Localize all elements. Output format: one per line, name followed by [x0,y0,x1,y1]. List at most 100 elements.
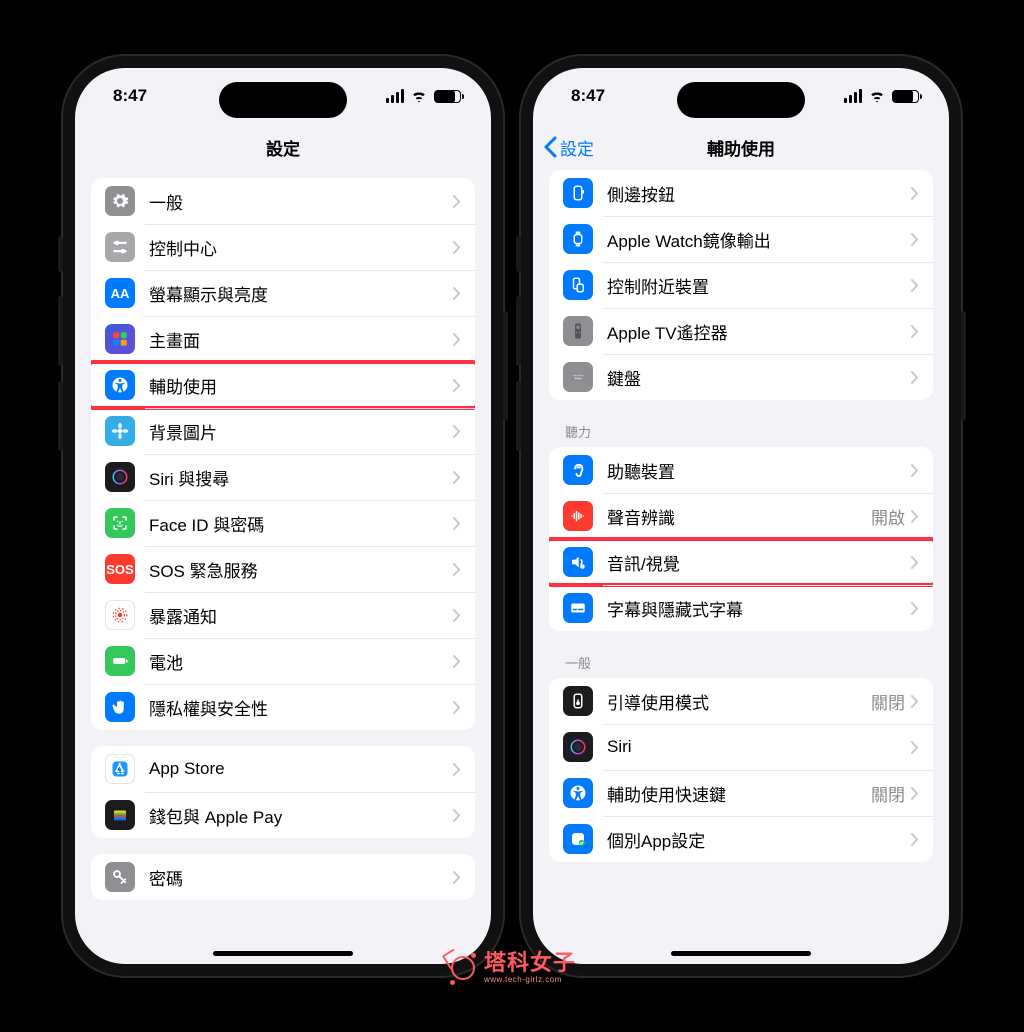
row-keyboards[interactable]: 鍵盤 [549,354,933,400]
row-detail: 關閉 [871,781,905,806]
chevron-right-icon [911,556,919,569]
chevron-right-icon [911,325,919,338]
row-nearby[interactable]: 控制附近裝置 [549,262,933,308]
ear-icon [563,455,593,485]
chevron-right-icon [453,379,461,392]
row-label: Apple Watch鏡像輸出 [607,227,911,252]
row-passwords[interactable]: 密碼 [91,854,475,900]
back-button[interactable]: 設定 [543,124,594,170]
chevron-right-icon [453,871,461,884]
row-display[interactable]: AA 螢幕顯示與亮度 [91,270,475,316]
settings-list[interactable]: 一般 控制中心 AA 螢幕顯示與亮度 主畫面 輔助使用 背景圖片 Siri 與搜… [75,170,491,964]
chevron-right-icon [453,333,461,346]
chevron-right-icon [911,602,919,615]
row-watch-mirror[interactable]: Apple Watch鏡像輸出 [549,216,933,262]
row-siri-a[interactable]: Siri [549,724,933,770]
chevron-right-icon [453,701,461,714]
battery-icon [105,646,135,676]
sliders-icon [105,232,135,262]
phone-button-silence [516,236,521,272]
row-home-screen[interactable]: 主畫面 [91,316,475,362]
dynamic-island [677,82,805,118]
chevron-right-icon [453,287,461,300]
row-accessibility[interactable]: 輔助使用 [91,362,475,408]
row-appletv[interactable]: Apple TV遙控器 [549,308,933,354]
row-label: 隱私權與安全性 [149,695,453,720]
row-audio-visual[interactable]: 音訊/視覺 [549,539,933,585]
siri-icon [563,732,593,762]
row-battery[interactable]: 電池 [91,638,475,684]
sos-icon: SOS [105,554,135,584]
row-per-app[interactable]: 個別App設定 [549,816,933,862]
row-sound-recognition[interactable]: 聲音辨識 開啟 [549,493,933,539]
section-header: 聽力 [549,400,933,447]
row-siri[interactable]: Siri 與搜尋 [91,454,475,500]
phone-button-silence [58,236,63,272]
key-icon [105,862,135,892]
settings-group: 密碼 [91,854,475,900]
chevron-right-icon [911,695,919,708]
nav-bar: 設定 輔助使用 [533,124,949,170]
row-general[interactable]: 一般 [91,178,475,224]
status-icons [386,89,461,103]
chevron-right-icon [453,809,461,822]
row-hearing-devices[interactable]: 助聽裝置 [549,447,933,493]
cellular-icon [844,89,862,103]
chevron-right-icon [911,279,919,292]
row-wallet[interactable]: 錢包與 Apple Pay [91,792,475,838]
row-wallpaper[interactable]: 背景圖片 [91,408,475,454]
row-label: 助聽裝置 [607,458,911,483]
faceid-icon [105,508,135,538]
row-label: 一般 [149,189,453,214]
text-size-icon: AA [105,278,135,308]
appstore-icon [105,754,135,784]
chevron-right-icon [911,833,919,846]
phone-left: 8:47 設定 一般 控制中心 AA 螢幕顯示與亮度 主畫面 輔 [63,56,503,976]
wifi-icon [868,90,886,103]
chevron-right-icon [911,187,919,200]
row-exposure[interactable]: 暴露通知 [91,592,475,638]
row-label: 主畫面 [149,327,453,352]
row-label: 螢幕顯示與亮度 [149,281,453,306]
row-label: 暴露通知 [149,603,453,628]
row-appstore[interactable]: App Store [91,746,475,792]
settings-group: App Store 錢包與 Apple Pay [91,746,475,838]
phone-button-volume-down [58,381,63,451]
row-side-button[interactable]: 側邊按鈕 [549,170,933,216]
row-privacy[interactable]: 隱私權與安全性 [91,684,475,730]
row-control-center[interactable]: 控制中心 [91,224,475,270]
row-shortcut[interactable]: 輔助使用快速鍵 關閉 [549,770,933,816]
home-indicator[interactable] [671,951,811,956]
watermark-url: www.tech-girlz.com [484,976,576,984]
chevron-right-icon [911,371,919,384]
row-label: 鍵盤 [607,365,911,390]
wallet-icon [105,800,135,830]
watch-icon [563,224,593,254]
chevron-right-icon [911,464,919,477]
accessibility-list[interactable]: 側邊按鈕 Apple Watch鏡像輸出 控制附近裝置 Apple TV遙控器 … [533,170,949,964]
row-label: 聲音辨識 [607,504,871,529]
remote-icon [563,316,593,346]
row-label: 輔助使用快速鍵 [607,781,871,806]
chevron-right-icon [911,510,919,523]
page-title: 輔助使用 [707,135,775,160]
page-title: 設定 [266,135,300,160]
chevron-right-icon [453,609,461,622]
grid-icon [105,324,135,354]
chevron-right-icon [911,741,919,754]
audiovisual-icon [563,547,593,577]
home-indicator[interactable] [213,951,353,956]
row-label: 密碼 [149,865,453,890]
status-icons [844,89,919,103]
row-label: 輔助使用 [149,373,453,398]
watermark: 塔科女子 www.tech-girlz.com [448,952,576,984]
row-guided-access[interactable]: 引導使用模式 關閉 [549,678,933,724]
row-sos[interactable]: SOS SOS 緊急服務 [91,546,475,592]
chevron-right-icon [453,195,461,208]
row-subtitles[interactable]: 字幕與隱藏式字幕 [549,585,933,631]
row-faceid[interactable]: Face ID 與密碼 [91,500,475,546]
row-label: 側邊按鈕 [607,181,911,206]
watermark-logo-icon [448,953,478,983]
nav-bar: 設定 [75,124,491,170]
row-label: 個別App設定 [607,827,911,852]
